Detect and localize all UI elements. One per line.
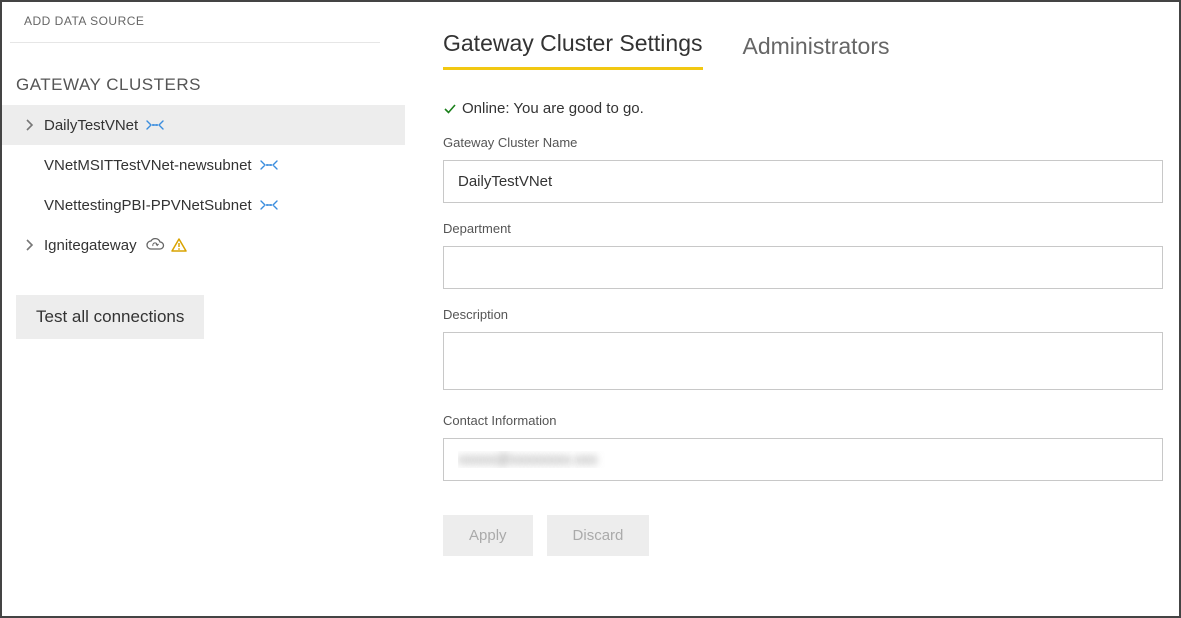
status-text: Online: You are good to go.	[462, 100, 644, 117]
field-department: Department	[443, 221, 1163, 289]
gateway-item-label: DailyTestVNet	[44, 117, 138, 134]
tab-bar: Gateway Cluster Settings Administrators	[443, 30, 1163, 70]
gateway-item-vnetmsit[interactable]: VNetMSITTestVNet-newsubnet	[2, 145, 405, 185]
discard-button[interactable]: Discard	[547, 515, 650, 556]
sidebar: ADD DATA SOURCE GATEWAY CLUSTERS DailyTe…	[2, 2, 405, 616]
chevron-right-icon[interactable]	[24, 239, 36, 251]
tab-gateway-cluster-settings[interactable]: Gateway Cluster Settings	[443, 30, 703, 70]
department-input[interactable]	[443, 246, 1163, 289]
tab-administrators[interactable]: Administrators	[743, 33, 890, 70]
network-icon	[146, 119, 164, 131]
network-icon	[260, 199, 278, 211]
apply-button[interactable]: Apply	[443, 515, 533, 556]
description-label: Description	[443, 307, 1163, 322]
gateway-clusters-header: GATEWAY CLUSTERS	[2, 43, 405, 105]
gateway-item-dailytestvnet[interactable]: DailyTestVNet	[2, 105, 405, 145]
test-all-connections-button[interactable]: Test all connections	[16, 295, 204, 339]
add-data-source-link[interactable]: ADD DATA SOURCE	[10, 10, 380, 43]
cluster-name-label: Gateway Cluster Name	[443, 135, 1163, 150]
description-input[interactable]	[443, 332, 1163, 390]
gateway-cluster-list: DailyTestVNet VNetMSITTestVNet-newsubnet…	[2, 105, 405, 265]
department-label: Department	[443, 221, 1163, 236]
main-panel: Gateway Cluster Settings Administrators …	[405, 2, 1179, 616]
warning-icon	[171, 238, 187, 252]
gateway-item-ignitegateway[interactable]: Ignitegateway	[2, 225, 405, 265]
gateway-item-label: Ignitegateway	[44, 237, 137, 254]
field-contact: Contact Information	[443, 413, 1163, 481]
contact-input[interactable]	[443, 438, 1163, 481]
status-row: Online: You are good to go.	[443, 100, 1163, 117]
network-icon	[260, 159, 278, 171]
gateway-item-label: VNettestingPBI-PPVNetSubnet	[44, 197, 252, 214]
field-cluster-name: Gateway Cluster Name	[443, 135, 1163, 203]
cluster-name-input[interactable]	[443, 160, 1163, 203]
gateway-item-label: VNetMSITTestVNet-newsubnet	[44, 157, 252, 174]
action-row: Apply Discard	[443, 515, 1163, 556]
chevron-right-icon[interactable]	[24, 119, 36, 131]
checkmark-icon	[443, 102, 457, 116]
field-description: Description	[443, 307, 1163, 395]
gateway-item-vnettestingpbi[interactable]: VNettestingPBI-PPVNetSubnet	[2, 185, 405, 225]
contact-label: Contact Information	[443, 413, 1163, 428]
cloud-sync-icon	[145, 238, 165, 252]
